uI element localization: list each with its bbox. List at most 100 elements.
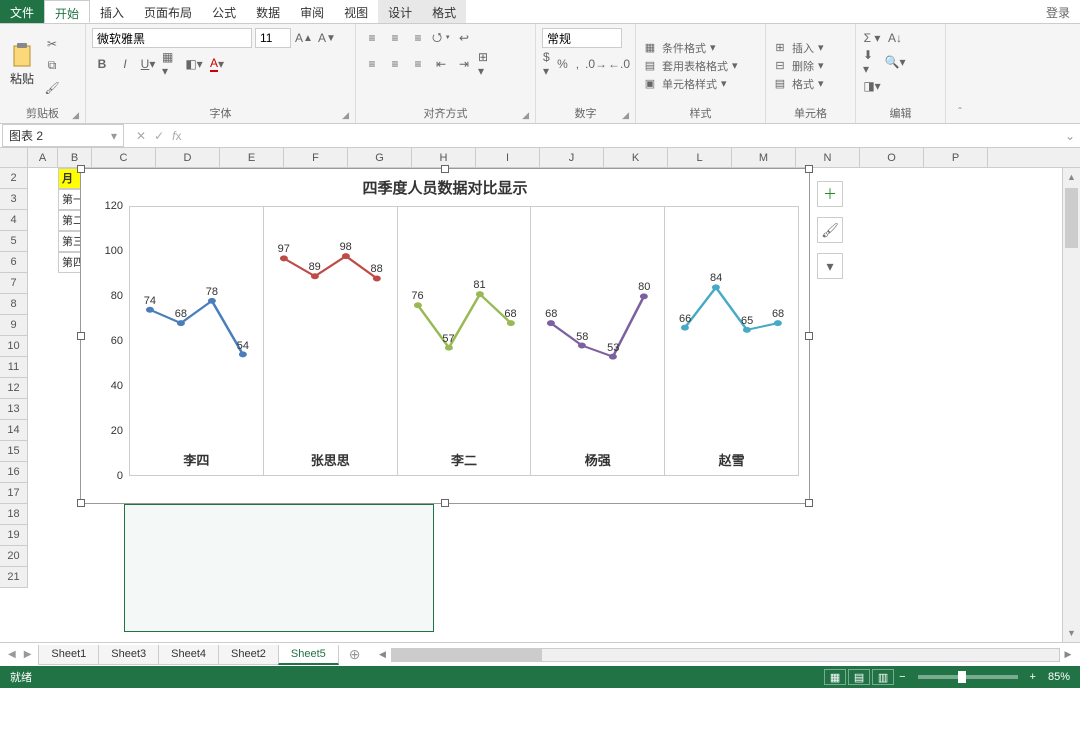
- row-header-5[interactable]: 5: [0, 231, 28, 252]
- row-header-11[interactable]: 11: [0, 357, 28, 378]
- font-size-select[interactable]: [255, 28, 291, 48]
- chart-panel-李二[interactable]: 76578168李二: [398, 207, 532, 475]
- chart-panel-杨强[interactable]: 68585380杨强: [531, 207, 665, 475]
- grow-font-button[interactable]: A▲: [294, 28, 314, 48]
- row-header-20[interactable]: 20: [0, 546, 28, 567]
- format-painter-button[interactable]: 🖌: [42, 78, 62, 98]
- tab-insert[interactable]: 插入: [90, 0, 134, 23]
- align-center-button[interactable]: ≡: [385, 54, 405, 74]
- font-color-button[interactable]: A ▾: [207, 54, 227, 74]
- sheet-tab-Sheet3[interactable]: Sheet3: [98, 645, 159, 665]
- wrap-text-button[interactable]: ↩: [454, 28, 474, 48]
- row-header-9[interactable]: 9: [0, 315, 28, 336]
- align-left-button[interactable]: ≡: [362, 54, 382, 74]
- accept-formula-button[interactable]: ✓: [154, 129, 164, 143]
- col-header-L[interactable]: L: [668, 148, 732, 167]
- align-right-button[interactable]: ≡: [408, 54, 428, 74]
- tab-chart-design[interactable]: 设计: [378, 0, 422, 23]
- tab-file[interactable]: 文件: [0, 0, 44, 23]
- chart-filters-button[interactable]: ▾: [817, 253, 843, 279]
- delete-cells-button[interactable]: ⊟删除 ▾: [772, 58, 824, 74]
- sheet-nav-next[interactable]: ▶: [24, 649, 32, 660]
- tab-data[interactable]: 数据: [246, 0, 290, 23]
- name-box-dropdown[interactable]: ▾: [111, 129, 117, 143]
- col-header-M[interactable]: M: [732, 148, 796, 167]
- col-header-F[interactable]: F: [284, 148, 348, 167]
- format-cells-button[interactable]: ▤格式 ▾: [772, 76, 824, 92]
- row-header-4[interactable]: 4: [0, 210, 28, 231]
- find-button[interactable]: 🔍 ▾: [885, 52, 905, 72]
- col-header-J[interactable]: J: [540, 148, 604, 167]
- chart-styles-button[interactable]: 🖌: [817, 217, 843, 243]
- zoom-out-button[interactable]: −: [895, 671, 909, 683]
- hscroll-thumb[interactable]: [392, 649, 542, 661]
- align-middle-button[interactable]: ≡: [385, 28, 405, 48]
- font-launcher[interactable]: ◢: [342, 110, 349, 121]
- row-header-13[interactable]: 13: [0, 399, 28, 420]
- row-header-12[interactable]: 12: [0, 378, 28, 399]
- increase-decimal-button[interactable]: .0→: [586, 54, 606, 74]
- scroll-right-button[interactable]: ▶: [1060, 649, 1076, 660]
- underline-button[interactable]: U ▾: [138, 54, 158, 74]
- col-header-I[interactable]: I: [476, 148, 540, 167]
- zoom-in-button[interactable]: +: [1026, 671, 1040, 683]
- col-header-P[interactable]: P: [924, 148, 988, 167]
- row-header-14[interactable]: 14: [0, 420, 28, 441]
- chart-title[interactable]: 四季度人员数据对比显示: [81, 169, 809, 206]
- merge-button[interactable]: ⊞ ▾: [477, 54, 497, 74]
- chart-panel-张思思[interactable]: 97899888张思思: [264, 207, 398, 475]
- sheet-tab-Sheet2[interactable]: Sheet2: [218, 645, 279, 665]
- scroll-up-button[interactable]: ▲: [1063, 168, 1080, 186]
- login-link[interactable]: 登录: [1036, 0, 1080, 23]
- row-header-8[interactable]: 8: [0, 294, 28, 315]
- name-box[interactable]: 图表 2 ▾: [2, 124, 124, 147]
- view-normal-button[interactable]: ▦: [824, 669, 846, 685]
- tab-page-layout[interactable]: 页面布局: [134, 0, 202, 23]
- conditional-format-button[interactable]: ▦条件格式 ▾: [642, 40, 738, 56]
- view-page-layout-button[interactable]: ▤: [848, 669, 870, 685]
- col-header-G[interactable]: G: [348, 148, 412, 167]
- row-header-16[interactable]: 16: [0, 462, 28, 483]
- row-header-18[interactable]: 18: [0, 504, 28, 525]
- row-header-10[interactable]: 10: [0, 336, 28, 357]
- insert-cells-button[interactable]: ⊞插入 ▾: [772, 40, 824, 56]
- tab-formulas[interactable]: 公式: [202, 0, 246, 23]
- row-header-3[interactable]: 3: [0, 189, 28, 210]
- bold-button[interactable]: B: [92, 54, 112, 74]
- zoom-slider[interactable]: [918, 675, 1018, 679]
- fill-color-button[interactable]: ◧ ▾: [184, 54, 204, 74]
- chart-y-axis[interactable]: 020406080100120: [81, 206, 129, 476]
- select-all-corner[interactable]: [0, 148, 28, 167]
- formula-input[interactable]: [191, 127, 1060, 145]
- clear-button[interactable]: ◨ ▾: [862, 76, 882, 96]
- align-top-button[interactable]: ≡: [362, 28, 382, 48]
- col-header-E[interactable]: E: [220, 148, 284, 167]
- cut-button[interactable]: ✂: [42, 34, 62, 54]
- col-header-A[interactable]: A: [28, 148, 58, 167]
- expand-formula-bar-button[interactable]: ⌄: [1060, 129, 1080, 143]
- indent-decrease-button[interactable]: ⇤: [431, 54, 451, 74]
- scroll-left-button[interactable]: ◀: [375, 649, 391, 660]
- align-launcher[interactable]: ◢: [522, 110, 529, 121]
- orientation-button[interactable]: ⭯ ▾: [431, 28, 451, 48]
- fill-button[interactable]: ⬇ ▾: [862, 52, 882, 72]
- add-sheet-button[interactable]: ⊕: [339, 643, 371, 666]
- row-header-19[interactable]: 19: [0, 525, 28, 546]
- chart-elements-button[interactable]: ＋: [817, 181, 843, 207]
- chart-panel-赵雪[interactable]: 66846568赵雪: [665, 207, 798, 475]
- shrink-font-button[interactable]: A▼: [317, 28, 337, 48]
- col-header-C[interactable]: C: [92, 148, 156, 167]
- view-page-break-button[interactable]: ▥: [872, 669, 894, 685]
- row-header-15[interactable]: 15: [0, 441, 28, 462]
- tab-home[interactable]: 开始: [44, 0, 90, 23]
- chart-plot-area[interactable]: 020406080100120 74687854李四97899888张思思765…: [81, 206, 809, 496]
- paste-button[interactable]: 粘贴: [6, 42, 38, 89]
- col-header-D[interactable]: D: [156, 148, 220, 167]
- row-header-21[interactable]: 21: [0, 567, 28, 588]
- zoom-level[interactable]: 85%: [1048, 671, 1070, 683]
- number-format-select[interactable]: [542, 28, 622, 48]
- sheet-tab-Sheet5[interactable]: Sheet5: [278, 645, 339, 665]
- border-button[interactable]: ▦ ▾: [161, 54, 181, 74]
- sheet-nav-prev[interactable]: ◀: [8, 649, 16, 660]
- cancel-formula-button[interactable]: ✕: [136, 129, 146, 143]
